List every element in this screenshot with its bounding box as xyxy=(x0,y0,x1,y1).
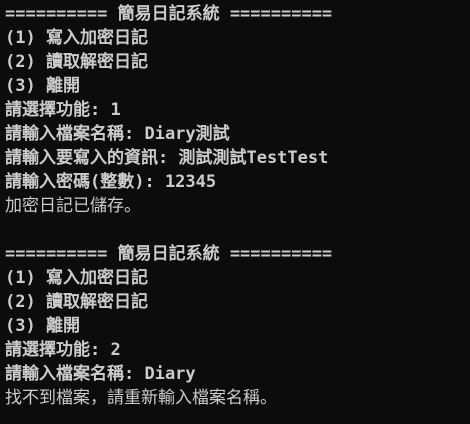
menu-option-read: (2) 讀取解密日記 xyxy=(5,52,148,72)
status-saved: 加密日記已儲存。 xyxy=(5,196,141,216)
menu-option-read: (2) 讀取解密日記 xyxy=(5,292,148,312)
menu-option-exit: (3) 離開 xyxy=(5,76,80,96)
prompt-content: 請輸入要寫入的資訊: 測試測試TestTest xyxy=(5,148,329,168)
menu-header: ========== 簡易日記系統 ========== xyxy=(5,4,333,24)
menu-option-exit: (3) 離開 xyxy=(5,316,80,336)
prompt-filename: 請輸入檔案名稱: Diary xyxy=(5,364,196,384)
status-file-not-found: 找不到檔案，請重新輸入檔案名稱。 xyxy=(5,388,277,408)
prompt-select-function: 請選擇功能: 2 xyxy=(5,340,121,360)
menu-header: ========== 簡易日記系統 ========== xyxy=(5,244,333,264)
terminal-window[interactable]: ========== 簡易日記系統 ========== (1) 寫入加密日記 … xyxy=(0,0,470,424)
prompt-select-function: 請選擇功能: 1 xyxy=(5,100,121,120)
prompt-filename: 請輸入檔案名稱: Diary測試 xyxy=(5,124,230,144)
prompt-password: 請輸入密碼(整數): 12345 xyxy=(5,172,217,192)
menu-option-write: (1) 寫入加密日記 xyxy=(5,268,148,288)
menu-option-write: (1) 寫入加密日記 xyxy=(5,28,148,48)
